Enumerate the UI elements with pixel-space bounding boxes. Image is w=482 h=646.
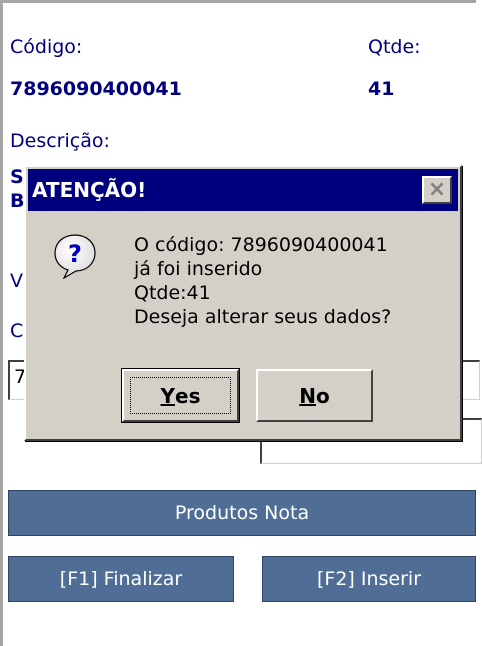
focus-ring xyxy=(130,377,231,414)
descricao-label: Descrição: xyxy=(10,130,110,152)
dialog-message-line: O código: 7896090400041 xyxy=(134,234,388,256)
produtos-nota-label: Produtos Nota xyxy=(174,502,310,524)
close-icon: × xyxy=(427,177,447,202)
dialog-close-button[interactable]: × xyxy=(422,176,452,204)
dialog-message: O código: 7896090400041 já foi inserido … xyxy=(134,233,391,329)
question-icon: ? xyxy=(54,234,96,279)
svg-text:?: ? xyxy=(68,240,82,268)
descricao-value-line1: S xyxy=(10,166,24,188)
attention-dialog: ATENÇÃO! × ? O código: 7896090400041 já … xyxy=(24,165,462,441)
dialog-message-line: já foi inserido xyxy=(134,258,263,280)
valor-label: V xyxy=(10,270,23,292)
qtde-value: 41 xyxy=(368,78,395,100)
campo-label: C xyxy=(10,320,24,342)
codigo-value: 7896090400041 xyxy=(10,78,182,100)
dialog-titlebar: ATENÇÃO! × xyxy=(28,169,458,211)
dialog-title: ATENÇÃO! xyxy=(32,178,147,202)
dialog-message-line: Qtde:41 xyxy=(134,282,211,304)
inserir-button[interactable]: [F2] Inserir xyxy=(262,556,476,602)
codigo-label: Código: xyxy=(10,36,83,58)
qtde-label: Qtde: xyxy=(368,36,421,58)
descricao-value-line2: B xyxy=(10,190,25,212)
dialog-message-line: Deseja alterar seus dados? xyxy=(134,306,392,328)
no-button[interactable]: No xyxy=(256,369,373,422)
produtos-nota-button[interactable]: Produtos Nota xyxy=(8,490,476,536)
yes-button[interactable]: Yes xyxy=(121,368,240,423)
finalizar-button[interactable]: [F1] Finalizar xyxy=(8,556,234,602)
inserir-label: [F2] Inserir xyxy=(316,568,422,590)
finalizar-label: [F1] Finalizar xyxy=(59,568,183,590)
no-label-rest: o xyxy=(316,383,330,408)
no-accelerator: N xyxy=(299,383,316,408)
